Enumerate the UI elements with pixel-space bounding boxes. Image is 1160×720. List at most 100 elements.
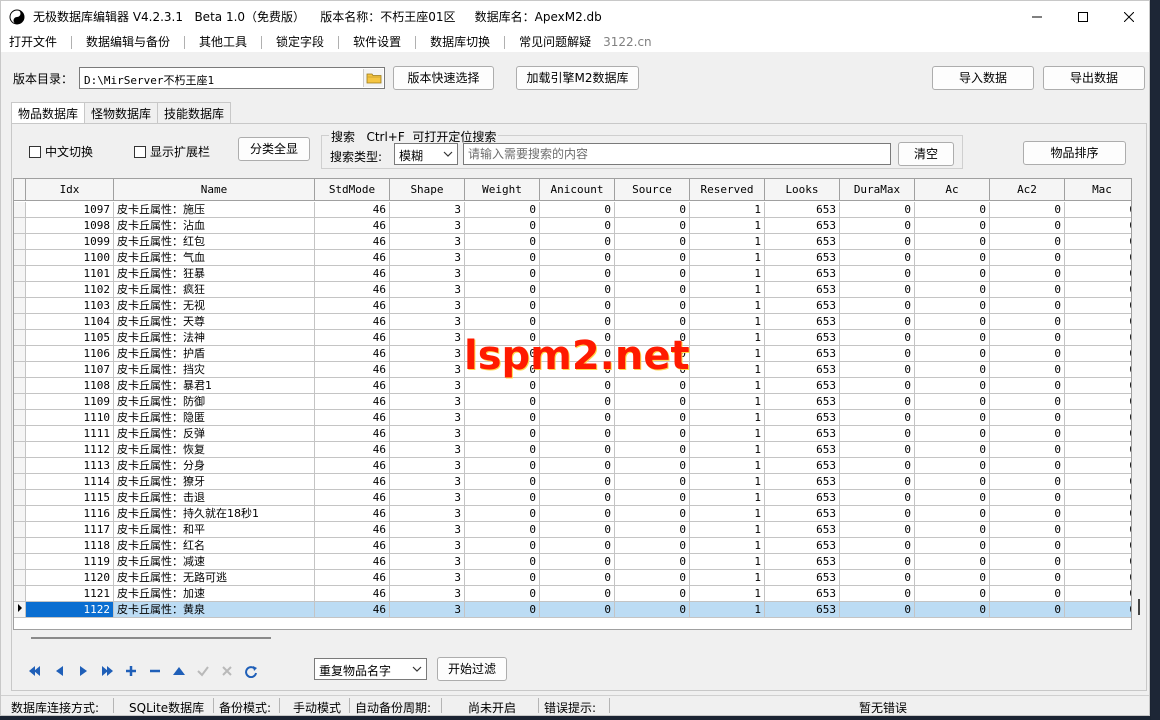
cell-duramax[interactable]: 0 xyxy=(840,250,915,266)
cell-weight[interactable]: 0 xyxy=(465,506,540,522)
table-row[interactable]: 1101皮卡丘属性：狂暴46300016530000 xyxy=(14,266,1131,282)
cell-ac[interactable]: 0 xyxy=(915,218,990,234)
cell-looks[interactable]: 653 xyxy=(765,554,840,570)
cell-duramax[interactable]: 0 xyxy=(840,266,915,282)
cell-reserved[interactable]: 1 xyxy=(690,506,765,522)
cell-shape[interactable]: 3 xyxy=(390,442,465,458)
cell-source[interactable]: 0 xyxy=(615,490,690,506)
cell-ac2[interactable]: 0 xyxy=(990,586,1065,602)
cell-name[interactable]: 皮卡丘属性：防御 xyxy=(114,394,315,410)
cell-anicount[interactable]: 0 xyxy=(540,202,615,218)
cell-mac[interactable]: 0 xyxy=(1065,426,1131,442)
cell-reserved[interactable]: 1 xyxy=(690,442,765,458)
cell-name[interactable]: 皮卡丘属性：无视 xyxy=(114,298,315,314)
cell-shape[interactable]: 3 xyxy=(390,458,465,474)
cell-idx[interactable]: 1098 xyxy=(26,218,114,234)
cell-looks[interactable]: 653 xyxy=(765,458,840,474)
cell-mac[interactable]: 0 xyxy=(1065,506,1131,522)
cell-stdmode[interactable]: 46 xyxy=(315,586,390,602)
table-row[interactable]: 1110皮卡丘属性：隐匿46300016530000 xyxy=(14,410,1131,426)
cell-duramax[interactable]: 0 xyxy=(840,586,915,602)
cell-ac2[interactable]: 0 xyxy=(990,554,1065,570)
cell-ac[interactable]: 0 xyxy=(915,234,990,250)
start-filter-button[interactable]: 开始过滤 xyxy=(437,657,507,681)
column-header-anicount[interactable]: Anicount xyxy=(540,179,615,201)
cell-looks[interactable]: 653 xyxy=(765,474,840,490)
cell-name[interactable]: 皮卡丘属性：恢复 xyxy=(114,442,315,458)
cell-weight[interactable]: 0 xyxy=(465,282,540,298)
cell-source[interactable]: 0 xyxy=(615,314,690,330)
cell-reserved[interactable]: 1 xyxy=(690,266,765,282)
table-row[interactable]: 1102皮卡丘属性：疯狂46300016530000 xyxy=(14,282,1131,298)
cell-reserved[interactable]: 1 xyxy=(690,602,765,618)
version-quick-select-button[interactable]: 版本快速选择 xyxy=(393,66,494,90)
cell-shape[interactable]: 3 xyxy=(390,298,465,314)
cell-anicount[interactable]: 0 xyxy=(540,522,615,538)
cell-mac[interactable]: 0 xyxy=(1065,474,1131,490)
cell-shape[interactable]: 3 xyxy=(390,586,465,602)
filter-mode-select[interactable]: 重复物品名字 xyxy=(314,658,427,680)
cell-weight[interactable]: 0 xyxy=(465,442,540,458)
cell-anicount[interactable]: 0 xyxy=(540,554,615,570)
cell-ac[interactable]: 0 xyxy=(915,378,990,394)
cell-looks[interactable]: 653 xyxy=(765,442,840,458)
cell-name[interactable]: 皮卡丘属性：红包 xyxy=(114,234,315,250)
cell-source[interactable]: 0 xyxy=(615,234,690,250)
checkbox-box[interactable] xyxy=(134,145,146,158)
tab-items[interactable]: 物品数据库 xyxy=(11,102,86,124)
search-type-select[interactable]: 模糊 xyxy=(394,143,458,165)
cell-idx[interactable]: 1114 xyxy=(26,474,114,490)
cell-anicount[interactable]: 0 xyxy=(540,442,615,458)
tab-monsters[interactable]: 怪物数据库 xyxy=(84,102,159,124)
minimize-button[interactable] xyxy=(1014,1,1060,32)
checkbox-box[interactable] xyxy=(29,145,41,158)
cell-shape[interactable]: 3 xyxy=(390,346,465,362)
cell-duramax[interactable]: 0 xyxy=(840,426,915,442)
cell-ac2[interactable]: 0 xyxy=(990,426,1065,442)
chinese-toggle-checkbox[interactable]: 中文切换 xyxy=(29,143,93,160)
cell-idx[interactable]: 1103 xyxy=(26,298,114,314)
cell-mac[interactable]: 0 xyxy=(1065,266,1131,282)
column-header-mac[interactable]: Mac xyxy=(1065,179,1131,201)
cell-mac[interactable]: 0 xyxy=(1065,442,1131,458)
table-row[interactable]: 1116皮卡丘属性：持久就在18秒146300016530000 xyxy=(14,506,1131,522)
grid-horizontal-scrollbar[interactable] xyxy=(13,632,1132,644)
cell-mac[interactable]: 0 xyxy=(1065,218,1131,234)
cell-looks[interactable]: 653 xyxy=(765,410,840,426)
cell-shape[interactable]: 3 xyxy=(390,394,465,410)
nav-button-post[interactable] xyxy=(191,661,215,681)
cell-ac2[interactable]: 0 xyxy=(990,314,1065,330)
cell-duramax[interactable]: 0 xyxy=(840,410,915,426)
cell-source[interactable]: 0 xyxy=(615,506,690,522)
table-row[interactable]: 1099皮卡丘属性：红包46300016530000 xyxy=(14,234,1131,250)
cell-ac2[interactable]: 0 xyxy=(990,234,1065,250)
cell-looks[interactable]: 653 xyxy=(765,490,840,506)
cell-anicount[interactable]: 0 xyxy=(540,298,615,314)
cell-reserved[interactable]: 1 xyxy=(690,586,765,602)
menu-db-switch[interactable]: 数据库切换 xyxy=(422,32,498,52)
cell-duramax[interactable]: 0 xyxy=(840,314,915,330)
nav-button-first[interactable] xyxy=(23,661,47,681)
cell-ac[interactable]: 0 xyxy=(915,394,990,410)
cell-ac[interactable]: 0 xyxy=(915,266,990,282)
cell-idx[interactable]: 1105 xyxy=(26,330,114,346)
cell-anicount[interactable]: 0 xyxy=(540,266,615,282)
cell-ac[interactable]: 0 xyxy=(915,202,990,218)
cell-weight[interactable]: 0 xyxy=(465,298,540,314)
cell-weight[interactable]: 0 xyxy=(465,202,540,218)
cell-looks[interactable]: 653 xyxy=(765,250,840,266)
search-input[interactable] xyxy=(463,143,891,165)
cell-idx[interactable]: 1110 xyxy=(26,410,114,426)
cell-reserved[interactable]: 1 xyxy=(690,330,765,346)
cell-ac[interactable]: 0 xyxy=(915,298,990,314)
cell-name[interactable]: 皮卡丘属性：减速 xyxy=(114,554,315,570)
cell-idx[interactable]: 1097 xyxy=(26,202,114,218)
cell-stdmode[interactable]: 46 xyxy=(315,250,390,266)
cell-duramax[interactable]: 0 xyxy=(840,362,915,378)
table-row[interactable]: 1122皮卡丘属性：黄泉46300016530000 xyxy=(14,602,1131,618)
cell-ac2[interactable]: 0 xyxy=(990,506,1065,522)
cell-source[interactable]: 0 xyxy=(615,282,690,298)
table-row[interactable]: 1113皮卡丘属性：分身46300016530000 xyxy=(14,458,1131,474)
column-header-stdmode[interactable]: StdMode xyxy=(315,179,390,201)
cell-looks[interactable]: 653 xyxy=(765,282,840,298)
